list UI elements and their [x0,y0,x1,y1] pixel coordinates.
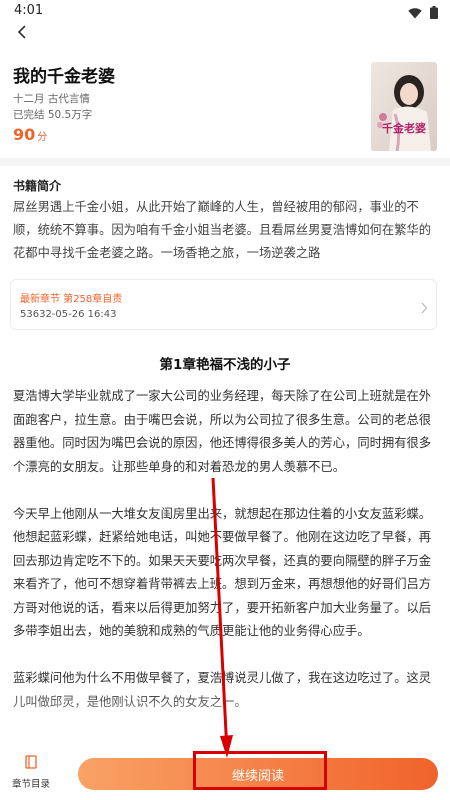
latest-chapter-card[interactable]: 最新章节 第258章自责 53632-05-26 16:43 [10,279,437,330]
status-time: 4:01 [14,3,44,18]
text-fade [0,690,450,750]
chapter-paragraph: 今天早上他刚从一大堆女友闺房里出来，就想起在那边住着的小女友蓝彩蝶。他想起蓝彩蝶… [13,506,432,639]
score-unit: 分 [37,132,48,143]
synopsis-heading: 书籍简介 [13,179,62,193]
back-arrow-icon [16,24,28,44]
table-of-contents-button[interactable]: 章节目录 [8,754,54,794]
book-title: 我的千金老婆 [13,67,115,87]
score-value: 90 [13,125,36,144]
battery-icon [430,4,438,23]
latest-chapter-label: 最新章节 第258章自责 [20,294,123,305]
synopsis-text: 屌丝男遇上千金小姐，从此开始了巅峰的人生，曾经被用的郁闷，事业的不顺，统统不算事… [13,200,432,260]
book-cover[interactable]: 千金老婆 [371,62,437,151]
back-button[interactable] [10,22,34,46]
wifi-icon [408,4,422,23]
chapter-title: 第1章艳福不浅的小子 [159,357,291,373]
cover-title: 千金老婆 [382,121,426,135]
toc-label: 章节目录 [11,779,50,790]
book-status: 已完结 50.5万字 [13,109,93,121]
chevron-right-icon [420,299,428,318]
book-meta: 十二月 古代言情 [13,93,90,105]
status-bar: 4:01 [0,0,450,22]
chapter-paragraph: 夏浩博大学毕业就成了一家大公司的业务经理，每天除了在公司上班就是在外面跑客户，拉… [13,389,432,474]
book-toc-icon [24,754,38,773]
book-score: 90 分 [13,125,47,144]
annotation-highlight-box [193,751,327,790]
section-divider [0,158,450,166]
latest-chapter-date: 53632-05-26 16:43 [20,309,117,320]
status-icons [408,4,438,23]
chapter-body: 夏浩博大学毕业就成了一家大公司的业务经理，每天除了在公司上班就是在外面跑客户，拉… [13,385,439,738]
